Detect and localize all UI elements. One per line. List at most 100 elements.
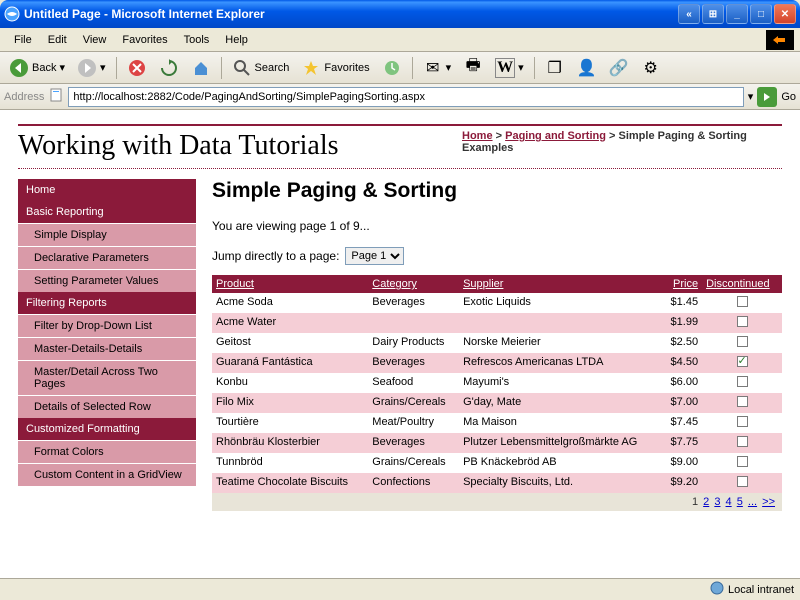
menu-file[interactable]: File bbox=[6, 32, 40, 48]
toolbar: Back ▾ ▾ Search Favorites ✉▾ 🖶 W▾ ❐ 👤 🔗 … bbox=[0, 52, 800, 84]
toolbar-separator bbox=[412, 57, 413, 79]
breadcrumb: Home > Paging and Sorting > Simple Pagin… bbox=[462, 130, 782, 154]
cell-category: Seafood bbox=[368, 373, 459, 393]
col-discontinued[interactable]: Discontinued bbox=[702, 275, 782, 293]
back-icon bbox=[9, 58, 29, 78]
chevron-down-icon: ▾ bbox=[59, 61, 65, 74]
table-row: Teatime Chocolate BiscuitsConfectionsSpe… bbox=[212, 473, 782, 493]
toolbar-ext1-button[interactable]: ❐ bbox=[540, 55, 570, 81]
history-button[interactable] bbox=[377, 55, 407, 81]
title-bar: Untitled Page - Microsoft Internet Explo… bbox=[0, 0, 800, 28]
checkbox[interactable] bbox=[737, 356, 748, 367]
pager-page[interactable]: 4 bbox=[726, 496, 732, 508]
pager-next[interactable]: >> bbox=[762, 496, 775, 508]
cell-supplier bbox=[459, 313, 662, 333]
cell-price: $7.75 bbox=[662, 433, 702, 453]
sidebar-item[interactable]: Setting Parameter Values bbox=[18, 269, 196, 292]
checkbox[interactable] bbox=[737, 376, 748, 387]
stop-icon bbox=[127, 58, 147, 78]
dropdown-icon[interactable]: ▾ bbox=[748, 90, 754, 103]
checkbox[interactable] bbox=[737, 296, 748, 307]
refresh-button[interactable] bbox=[154, 55, 184, 81]
maximize-button[interactable]: □ bbox=[750, 4, 772, 24]
cell-category: Meat/Poultry bbox=[368, 413, 459, 433]
checkbox[interactable] bbox=[737, 416, 748, 427]
col-price[interactable]: Price bbox=[662, 275, 702, 293]
back-button[interactable]: Back ▾ bbox=[4, 55, 70, 81]
cell-discontinued bbox=[702, 393, 782, 413]
cell-discontinued bbox=[702, 453, 782, 473]
cell-product: Filo Mix bbox=[212, 393, 368, 413]
breadcrumb-section[interactable]: Paging and Sorting bbox=[505, 130, 606, 142]
window-alt2-button[interactable]: ⊞ bbox=[702, 4, 724, 24]
chevron-down-icon: ▾ bbox=[100, 61, 106, 74]
sidebar-item[interactable]: Home bbox=[18, 179, 196, 201]
toolbar-ext3-button[interactable]: 🔗 bbox=[604, 55, 634, 81]
page-select[interactable]: Page 1 bbox=[345, 247, 404, 265]
edit-icon: W bbox=[495, 58, 515, 78]
edit-button[interactable]: W▾ bbox=[490, 55, 529, 81]
sidebar-item[interactable]: Filter by Drop-Down List bbox=[18, 314, 196, 337]
checkbox[interactable] bbox=[737, 316, 748, 327]
table-row: TunnbrödGrains/CerealsPB Knäckebröd AB$9… bbox=[212, 453, 782, 473]
search-button[interactable]: Search bbox=[227, 55, 295, 81]
sidebar-item[interactable]: Declarative Parameters bbox=[18, 246, 196, 269]
chevron-down-icon: ▾ bbox=[446, 61, 452, 74]
pager-page[interactable]: 2 bbox=[703, 496, 709, 508]
minimize-button[interactable]: _ bbox=[726, 4, 748, 24]
menu-favorites[interactable]: Favorites bbox=[114, 32, 175, 48]
sidebar-item[interactable]: Basic Reporting bbox=[18, 201, 196, 223]
sidebar-item[interactable]: Master/Detail Across Two Pages bbox=[18, 360, 196, 395]
refresh-icon bbox=[159, 58, 179, 78]
menu-edit[interactable]: Edit bbox=[40, 32, 75, 48]
sidebar-item[interactable]: Format Colors bbox=[18, 440, 196, 463]
breadcrumb-home[interactable]: Home bbox=[462, 130, 493, 142]
status-bar: Local intranet bbox=[0, 578, 800, 600]
content-area: Working with Data Tutorials Home > Pagin… bbox=[0, 110, 800, 578]
print-button[interactable]: 🖶 bbox=[458, 55, 488, 81]
go-button[interactable] bbox=[757, 87, 777, 107]
cell-discontinued bbox=[702, 473, 782, 493]
checkbox[interactable] bbox=[737, 456, 748, 467]
mail-button[interactable]: ✉▾ bbox=[418, 55, 457, 81]
sidebar-item[interactable]: Master-Details-Details bbox=[18, 337, 196, 360]
close-button[interactable]: ✕ bbox=[774, 4, 796, 24]
home-button[interactable] bbox=[186, 55, 216, 81]
sidebar-item[interactable]: Details of Selected Row bbox=[18, 395, 196, 418]
main-content: Simple Paging & Sorting You are viewing … bbox=[212, 179, 782, 511]
pager-ellipsis[interactable]: ... bbox=[748, 496, 757, 508]
table-row: Rhönbräu KlosterbierBeveragesPlutzer Leb… bbox=[212, 433, 782, 453]
sidebar-item[interactable]: Simple Display bbox=[18, 223, 196, 246]
checkbox[interactable] bbox=[737, 336, 748, 347]
address-input[interactable] bbox=[68, 87, 743, 107]
cell-product: Rhönbräu Klosterbier bbox=[212, 433, 368, 453]
col-product[interactable]: Product bbox=[212, 275, 368, 293]
sidebar-item[interactable]: Customized Formatting bbox=[18, 418, 196, 440]
stop-button[interactable] bbox=[122, 55, 152, 81]
pager-page[interactable]: 3 bbox=[714, 496, 720, 508]
pager-page[interactable]: 5 bbox=[737, 496, 743, 508]
checkbox[interactable] bbox=[737, 396, 748, 407]
sidebar-item[interactable]: Filtering Reports bbox=[18, 292, 196, 314]
toolbar-ext4-button[interactable]: ⚙ bbox=[636, 55, 666, 81]
col-supplier[interactable]: Supplier bbox=[459, 275, 662, 293]
toolbar-ext2-button[interactable]: 👤 bbox=[572, 55, 602, 81]
sidebar-item[interactable]: Custom Content in a GridView bbox=[18, 463, 196, 486]
cell-product: Konbu bbox=[212, 373, 368, 393]
cell-price: $2.50 bbox=[662, 333, 702, 353]
window-icon: ❐ bbox=[545, 58, 565, 78]
dotted-divider bbox=[18, 168, 782, 169]
table-row: Guaraná FantásticaBeveragesRefrescos Ame… bbox=[212, 353, 782, 373]
toolbar-separator bbox=[534, 57, 535, 79]
checkbox[interactable] bbox=[737, 436, 748, 447]
favorites-button[interactable]: Favorites bbox=[296, 55, 374, 81]
menu-tools[interactable]: Tools bbox=[176, 32, 218, 48]
menu-view[interactable]: View bbox=[75, 32, 115, 48]
col-category[interactable]: Category bbox=[368, 275, 459, 293]
cell-discontinued bbox=[702, 293, 782, 313]
checkbox[interactable] bbox=[737, 476, 748, 487]
forward-button[interactable]: ▾ bbox=[72, 55, 111, 81]
window-alt1-button[interactable]: « bbox=[678, 4, 700, 24]
menu-help[interactable]: Help bbox=[217, 32, 256, 48]
table-row: GeitostDairy ProductsNorske Meierier$2.5… bbox=[212, 333, 782, 353]
